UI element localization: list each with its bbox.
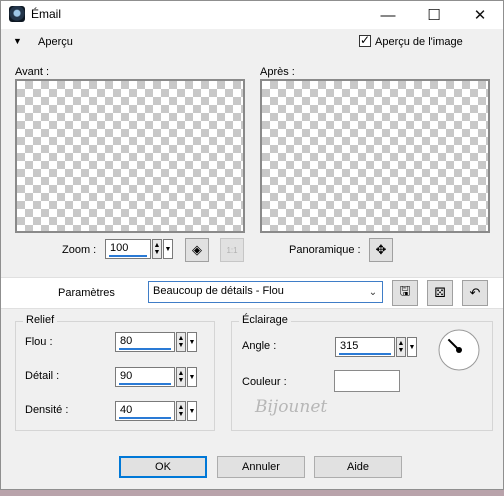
angle-label: Angle : [242, 340, 277, 352]
density-stepper[interactable]: ▲ ▼ [176, 401, 186, 421]
detail-dropdown-arrow-icon[interactable]: ▼ [187, 367, 197, 387]
after-label: Après : [260, 66, 295, 78]
parameters-label: Paramètres [58, 287, 115, 299]
blur-value: 80 [120, 335, 133, 347]
blur-label: Flou : [25, 336, 53, 348]
maximize-button[interactable]: ☐ [411, 1, 457, 29]
blur-stepper[interactable]: ▲ ▼ [176, 332, 186, 352]
detail-value-bar [119, 383, 171, 385]
zoom-value: 100 [110, 242, 129, 254]
move-arrows-icon: ✥ [375, 242, 387, 257]
preview-toggle-label[interactable]: Aperçu [38, 36, 73, 48]
minimize-button[interactable]: — [365, 1, 411, 29]
close-button[interactable]: ✕ [457, 1, 503, 29]
zoom-stepper[interactable]: ▲ ▼ [152, 239, 162, 259]
collapse-triangle-icon[interactable]: ▼ [13, 36, 22, 46]
lighting-group-title: Éclairage [239, 314, 291, 326]
zoom-label: Zoom : [62, 244, 97, 256]
detail-stepper[interactable]: ▲ ▼ [176, 367, 186, 387]
preset-value: Beaucoup de détails - Flou [153, 285, 284, 297]
detail-value: 90 [120, 370, 133, 382]
window-title: Émail [31, 7, 62, 21]
color-label: Couleur : [242, 376, 287, 388]
angle-spinner[interactable]: 315 ▲ ▼ ▼ [335, 337, 417, 357]
zoom-value-bar [109, 255, 147, 257]
pan-label: Panoramique : [289, 244, 361, 256]
relief-group-title: Relief [23, 314, 58, 326]
angle-value-bar [339, 353, 391, 355]
title-bar: Émail — ☐ ✕ [1, 1, 503, 29]
density-dropdown-arrow-icon[interactable]: ▼ [187, 401, 197, 421]
watermark-text: Bijounet [255, 397, 328, 417]
zoom-fit-button[interactable]: ◈ [185, 238, 209, 262]
dice-icon: ⚄ [434, 285, 446, 300]
detail-label: Détail : [25, 370, 60, 382]
zoom-dropdown-arrow-icon[interactable]: ▼ [163, 239, 173, 259]
density-value: 40 [120, 404, 133, 416]
random-parameters-button[interactable]: ⚄ [427, 280, 453, 306]
reset-parameters-button[interactable]: ↶ [462, 280, 488, 306]
angle-dial-hub [456, 347, 462, 353]
blur-spinner[interactable]: 80 ▲ ▼ ▼ [115, 332, 197, 352]
blur-dropdown-arrow-icon[interactable]: ▼ [187, 332, 197, 352]
preview-image-label[interactable]: Aperçu de l'image [375, 36, 463, 48]
blur-input[interactable]: 80 [115, 332, 175, 352]
zoom-actual-size-button: 1:1 [220, 238, 244, 262]
app-icon [9, 6, 25, 22]
dialog-window: Émail — ☐ ✕ ▼ Aperçu Aperçu de l'image A… [0, 0, 504, 490]
save-icon: 🖫 [399, 283, 411, 298]
parameters-band: Paramètres Beaucoup de détails - Flou ⌄ … [1, 277, 503, 309]
color-swatch[interactable] [334, 370, 400, 392]
actual-size-icon: 1:1 [226, 245, 238, 255]
chevron-down-icon: ⌄ [368, 286, 378, 298]
angle-input[interactable]: 315 [335, 337, 395, 357]
density-value-bar [119, 417, 171, 419]
ok-button[interactable]: OK [119, 456, 207, 478]
density-label: Densité : [25, 404, 69, 416]
detail-spinner[interactable]: 90 ▲ ▼ ▼ [115, 367, 197, 387]
after-preview-pane[interactable] [260, 79, 490, 233]
checkbox-check-icon [359, 33, 371, 47]
preset-select[interactable]: Beaucoup de détails - Flou ⌄ [148, 281, 383, 303]
pan-button[interactable]: ✥ [369, 238, 393, 262]
before-label: Avant : [15, 66, 50, 78]
zoom-spinner[interactable]: 100 ▲ ▼ ▼ [105, 239, 173, 259]
angle-dial[interactable] [437, 328, 481, 372]
fit-window-icon: ◈ [192, 242, 202, 257]
preview-image-checkbox[interactable] [359, 33, 371, 50]
angle-stepper[interactable]: ▲ ▼ [396, 337, 406, 357]
save-preset-button[interactable]: 🖫 [392, 280, 418, 306]
before-preview-pane[interactable] [15, 79, 245, 233]
angle-dropdown-arrow-icon[interactable]: ▼ [407, 337, 417, 357]
cancel-button[interactable]: Annuler [217, 456, 305, 478]
reset-arrow-icon: ↶ [469, 285, 481, 300]
angle-value: 315 [340, 340, 359, 352]
density-input[interactable]: 40 [115, 401, 175, 421]
density-spinner[interactable]: 40 ▲ ▼ ▼ [115, 401, 197, 421]
help-button[interactable]: Aide [314, 456, 402, 478]
blur-value-bar [119, 348, 171, 350]
zoom-input[interactable]: 100 [105, 239, 151, 259]
detail-input[interactable]: 90 [115, 367, 175, 387]
